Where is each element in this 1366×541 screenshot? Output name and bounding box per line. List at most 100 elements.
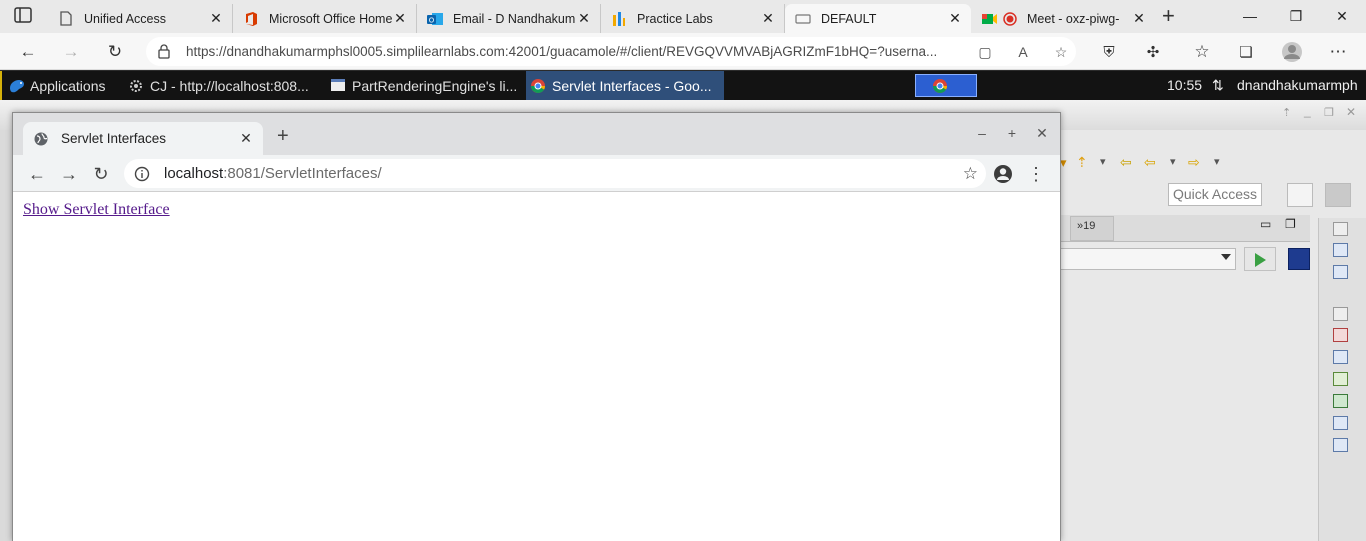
new-tab-button[interactable]: + bbox=[1162, 5, 1182, 27]
close-icon[interactable]: ✕ bbox=[1131, 10, 1147, 27]
back-button[interactable]: ← bbox=[16, 40, 40, 64]
servers-icon[interactable] bbox=[1333, 372, 1348, 386]
chrome-tab-servlet-interfaces[interactable]: Servlet Interfaces ✕ bbox=[23, 122, 263, 155]
markers-icon[interactable] bbox=[1333, 328, 1348, 342]
applications-label: Applications bbox=[30, 77, 106, 94]
close-icon[interactable]: ✕ bbox=[760, 10, 776, 27]
favorite-star-icon[interactable]: ☆ bbox=[1052, 43, 1070, 61]
console-icon[interactable] bbox=[1333, 438, 1348, 452]
edge-tab-default[interactable]: DEFAULT ✕ bbox=[785, 4, 971, 33]
forward-button[interactable]: → bbox=[59, 40, 83, 64]
chevron-down-icon[interactable]: ▾ bbox=[1170, 155, 1176, 168]
last-edit-icon[interactable]: ⇦ bbox=[1120, 154, 1132, 171]
run-button[interactable] bbox=[1244, 247, 1276, 271]
chrome-back-button[interactable]: ← bbox=[26, 163, 48, 185]
chrome-window: Servlet Interfaces ✕ + – + ✕ ← → ↻ local… bbox=[12, 112, 1061, 541]
restore-button[interactable]: ❐ bbox=[1284, 4, 1308, 28]
chevron-down-icon bbox=[1221, 254, 1231, 260]
outlook-icon: O bbox=[427, 11, 443, 27]
show-servlet-interface-link[interactable]: Show Servlet Interface bbox=[23, 201, 170, 218]
forward-nav-icon[interactable]: ⇨ bbox=[1188, 154, 1200, 171]
close-icon[interactable]: ✕ bbox=[947, 10, 963, 27]
eclipse-minimize-icon[interactable]: _ bbox=[1304, 104, 1311, 118]
eclipse-maximize-view-icon[interactable]: ❐ bbox=[1285, 217, 1296, 231]
back-nav-icon[interactable]: ⇦ bbox=[1144, 154, 1156, 171]
chevron-down-icon[interactable]: ▾ bbox=[1214, 155, 1220, 168]
globe-icon bbox=[33, 131, 49, 147]
close-icon[interactable]: ✕ bbox=[239, 130, 253, 147]
chevron-down-icon[interactable]: ▾ bbox=[1100, 155, 1106, 168]
edge-tab-email[interactable]: O Email - D Nandhakum ✕ bbox=[417, 4, 601, 33]
close-window-button[interactable]: ✕ bbox=[1330, 4, 1354, 28]
address-bar[interactable]: https://dnandhakumarmphsl0005.simplilear… bbox=[146, 37, 1076, 66]
edge-tab-meet[interactable]: Meet - oxz-piwg- ✕ bbox=[971, 4, 1155, 33]
refresh-button[interactable]: ↻ bbox=[103, 40, 127, 64]
restore-icon[interactable] bbox=[1333, 307, 1348, 321]
chrome-profile-icon[interactable] bbox=[992, 163, 1014, 185]
bookmark-star-icon[interactable]: ☆ bbox=[963, 164, 978, 184]
close-icon[interactable]: ✕ bbox=[208, 10, 224, 27]
close-icon[interactable]: ✕ bbox=[392, 10, 408, 27]
panel-user[interactable]: dnandhakumarmph bbox=[1237, 71, 1358, 100]
eclipse-nav-up-icon[interactable]: ⇡ bbox=[1076, 154, 1088, 171]
panel-chrome-launcher[interactable] bbox=[915, 74, 977, 97]
chrome-maximize-button[interactable]: + bbox=[1003, 125, 1021, 141]
profile-avatar-icon[interactable] bbox=[1280, 40, 1304, 64]
edge-tab-unified-access[interactable]: Unified Access ✕ bbox=[48, 4, 233, 33]
eclipse-restore-icon[interactable]: ❐ bbox=[1324, 106, 1334, 119]
chrome-tab-strip: Servlet Interfaces ✕ + – + ✕ bbox=[13, 113, 1060, 155]
settings-more-icon[interactable]: ⋯ bbox=[1326, 40, 1350, 64]
data-source-icon[interactable] bbox=[1333, 394, 1348, 408]
tab-actions-icon[interactable] bbox=[14, 7, 34, 25]
java-ee-perspective-button[interactable] bbox=[1325, 183, 1351, 207]
favorites-icon[interactable]: ☆ bbox=[1190, 40, 1214, 64]
chrome-new-tab-button[interactable]: + bbox=[277, 125, 289, 148]
edge-tab-practice-labs[interactable]: Practice Labs ✕ bbox=[601, 4, 785, 33]
eclipse-arrow-up-icon[interactable]: ⇡ bbox=[1282, 106, 1291, 119]
chrome-reload-button[interactable]: ↻ bbox=[90, 163, 112, 185]
panel-task-partrendering[interactable]: PartRenderingEngine's li... bbox=[330, 71, 523, 100]
remote-desktop[interactable]: Applications CJ - http://localhost:808..… bbox=[0, 71, 1366, 541]
page-icon bbox=[58, 11, 74, 27]
edge-tab-office[interactable]: Microsoft Office Home ✕ bbox=[233, 4, 417, 33]
eclipse-launch-combo[interactable] bbox=[1060, 248, 1236, 270]
read-aloud-icon[interactable]: A bbox=[1014, 43, 1032, 61]
restore-icon[interactable] bbox=[1333, 222, 1348, 236]
snippets-icon[interactable] bbox=[1333, 416, 1348, 430]
panel-clock[interactable]: 10:55 bbox=[1167, 71, 1202, 100]
meet-icon bbox=[981, 11, 1017, 27]
eclipse-left-strip bbox=[0, 130, 12, 541]
properties-icon[interactable] bbox=[1333, 350, 1348, 364]
open-perspective-button[interactable] bbox=[1287, 183, 1313, 207]
eclipse-close-icon[interactable]: ✕ bbox=[1346, 105, 1356, 119]
extensions-puzzle-icon[interactable]: ✣ bbox=[1141, 40, 1165, 64]
panel-task-servlet-interfaces[interactable]: Servlet Interfaces - Goo... bbox=[526, 71, 724, 100]
close-icon[interactable]: ✕ bbox=[576, 10, 592, 27]
tab-overflow-button[interactable]: »19 bbox=[1070, 216, 1114, 241]
chrome-close-button[interactable]: ✕ bbox=[1033, 125, 1051, 142]
office-icon bbox=[243, 11, 259, 27]
clipboard-icon[interactable]: ▢ bbox=[976, 43, 994, 61]
outline-icon[interactable] bbox=[1333, 243, 1348, 257]
minimize-button[interactable]: — bbox=[1238, 4, 1262, 28]
task-list-icon[interactable] bbox=[1333, 265, 1348, 279]
eclipse-launch-icon[interactable] bbox=[1288, 248, 1310, 270]
quick-access-input[interactable]: Quick Access bbox=[1168, 183, 1262, 206]
chrome-toolbar: ← → ↻ localhost:8081/ServletInterfaces/ … bbox=[13, 155, 1060, 192]
chrome-omnibox[interactable]: localhost:8081/ServletInterfaces/ ☆ bbox=[124, 159, 986, 188]
collections-icon[interactable]: ❏ bbox=[1234, 40, 1258, 64]
info-icon[interactable] bbox=[134, 166, 150, 182]
extension-shield-icon[interactable]: ⛨ bbox=[1097, 40, 1121, 64]
address-url[interactable]: https://dnandhakumarmphsl0005.simplilear… bbox=[186, 44, 966, 59]
chrome-menu-icon[interactable]: ⋮ bbox=[1025, 163, 1047, 185]
chrome-minimize-button[interactable]: – bbox=[973, 125, 991, 141]
network-arrows-icon[interactable]: ⇅ bbox=[1212, 77, 1230, 95]
applications-menu[interactable]: Applications bbox=[8, 71, 120, 100]
eclipse-minimize-view-icon[interactable]: ▭ bbox=[1260, 217, 1271, 231]
chrome-forward-button[interactable]: → bbox=[58, 163, 80, 185]
panel-task-cj[interactable]: CJ - http://localhost:808... bbox=[128, 71, 320, 100]
tab-title: Unified Access bbox=[84, 11, 166, 26]
lock-icon[interactable] bbox=[158, 43, 172, 60]
bar-chart-icon bbox=[611, 11, 627, 27]
edge-toolbar: ← → ↻ https://dnandhakumarmphsl0005.simp… bbox=[0, 33, 1366, 70]
